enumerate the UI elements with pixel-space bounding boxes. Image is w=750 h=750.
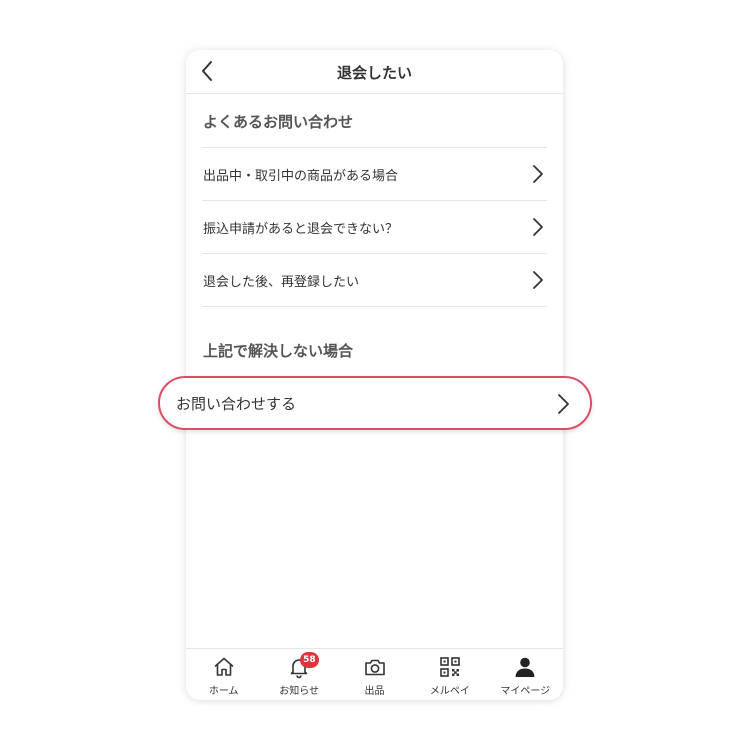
unresolved-section-title: 上記で解決しない場合 [203,342,354,360]
faq-section-title: よくあるお問い合わせ [203,113,354,131]
chevron-right-icon [533,218,543,236]
tab-merpay[interactable]: メルペイ [412,649,487,700]
tab-sell[interactable]: 出品 [337,649,412,700]
faq-item-transfer-request[interactable]: 振込申請があると退会できない？ [202,201,547,254]
tab-notifications[interactable]: 58 お知らせ [261,649,336,700]
bottom-tab-bar: ホーム 58 お知らせ 出品 メルペイ マイページ [186,648,563,700]
faq-item-label: 出品中・取引中の商品がある場合 [203,168,399,184]
faq-item-listing-in-progress[interactable]: 出品中・取引中の商品がある場合 [202,148,547,201]
chevron-right-icon [533,271,543,289]
header: 退会したい [186,50,563,94]
faq-item-label: 退会した後、再登録したい [203,274,360,290]
home-icon [214,657,234,676]
tab-label: メルペイ [429,686,470,697]
contact-us-button[interactable]: お問い合わせする [158,376,592,430]
person-icon [515,657,535,677]
chevron-right-icon [558,394,569,414]
tab-label: 出品 [364,686,385,697]
notification-badge: 58 [300,652,319,668]
camera-icon [364,659,385,676]
faq-item-reregister[interactable]: 退会した後、再登録したい [202,254,547,307]
tab-mypage[interactable]: マイページ [488,649,563,700]
chevron-right-icon [533,165,543,183]
tab-label: マイページ [500,686,551,697]
tab-home[interactable]: ホーム [186,649,261,700]
page-title: 退会したい [336,64,412,82]
faq-item-label: 振込申請があると退会できない？ [203,221,399,237]
faq-list: 出品中・取引中の商品がある場合 振込申請があると退会できない？ 退会した後、再登… [202,147,547,307]
qr-code-icon [440,657,460,677]
contact-us-label: お問い合わせする [176,394,297,413]
phone-screen: 退会したい よくあるお問い合わせ 出品中・取引中の商品がある場合 振込申請がある… [186,50,563,700]
tab-label: お知らせ [279,686,320,697]
tab-label: ホーム [208,686,239,697]
